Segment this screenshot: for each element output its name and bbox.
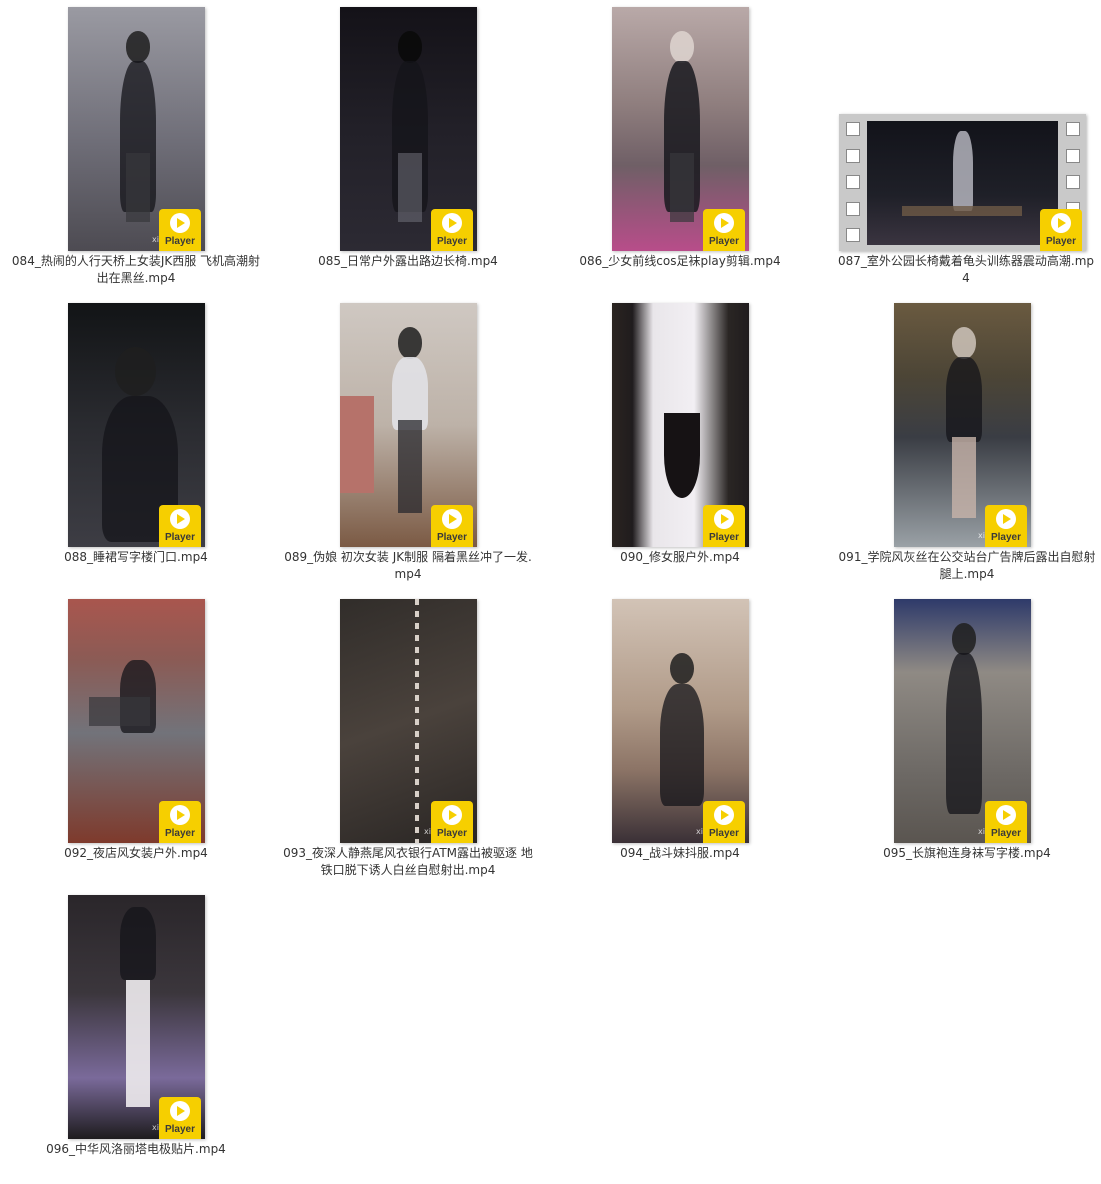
video-file-item[interactable]: Player 086_少女前线cos足袜play剪辑.mp4: [544, 0, 816, 296]
thumbnail-subject: [88, 696, 151, 726]
thumbnail-image: [867, 121, 1058, 245]
video-file-item[interactable]: Player 087_室外公园长椅戴着龟头训练器震动高潮.mp4: [816, 0, 1094, 296]
player-label: Player: [436, 828, 468, 839]
video-file-item[interactable]: Player 088_睡裙写字楼门口.mp4: [0, 296, 272, 592]
thumbnail-subject: [659, 684, 704, 807]
file-name[interactable]: 089_伪娘 初次女装 JK制服 隔着黑丝冲了一发.mp4: [280, 549, 536, 583]
video-file-item[interactable]: Player 089_伪娘 初次女装 JK制服 隔着黑丝冲了一发.mp4: [272, 296, 544, 592]
thumbnail-subject: [397, 420, 423, 513]
thumbnail-subject: [397, 327, 423, 360]
video-thumbnail[interactable]: xix Player: [894, 303, 1031, 547]
video-thumbnail[interactable]: Player: [68, 303, 205, 547]
video-thumbnail[interactable]: xix Player: [68, 7, 205, 251]
player-label: Player: [164, 1124, 196, 1135]
player-label: Player: [164, 532, 196, 543]
file-name[interactable]: 095_长旗袍连身袜写字楼.mp4: [836, 845, 1098, 862]
thumbnail-subject: [125, 31, 151, 64]
thumbnail-subject: [669, 153, 695, 222]
thumbnail-subject: [114, 346, 156, 396]
video-thumbnail[interactable]: xix Player: [340, 599, 477, 843]
video-file-item[interactable]: xix Player 091_学院风灰丝在公交站台广告牌后露出自慰射腿上.mp4: [816, 296, 1095, 592]
file-name[interactable]: 094_战斗妹抖服.mp4: [552, 845, 808, 862]
thumbnail-subject: [397, 31, 423, 64]
thumbnail-subject: [664, 412, 700, 499]
video-file-item[interactable]: xix Player 096_中华风洛丽塔电极贴片.mp4: [0, 888, 272, 1184]
file-name[interactable]: 092_夜店风女装户外.mp4: [8, 845, 264, 862]
file-name[interactable]: 085_日常户外露出路边长椅.mp4: [280, 253, 536, 270]
thumbnail-subject: [951, 623, 977, 656]
video-file-item[interactable]: Player 085_日常户外露出路边长椅.mp4: [272, 0, 544, 296]
thumbnail-subject: [392, 356, 428, 430]
player-label: Player: [990, 828, 1022, 839]
player-badge: Player: [431, 801, 473, 843]
player-badge: Player: [159, 801, 201, 843]
thumbnail-subject: [946, 652, 982, 814]
player-label: Player: [436, 236, 468, 247]
thumbnail-subject: [951, 437, 977, 518]
file-name[interactable]: 091_学院风灰丝在公交站台广告牌后露出自慰射腿上.mp4: [836, 549, 1098, 583]
video-file-item[interactable]: xix Player 093_夜深人静燕尾风衣银行ATM露出被驱逐 地铁口脱下诱…: [272, 592, 544, 888]
video-thumbnail[interactable]: Player: [612, 7, 749, 251]
film-hole: [846, 149, 860, 163]
player-label: Player: [708, 828, 740, 839]
file-name[interactable]: 087_室外公园长椅戴着龟头训练器震动高潮.mp4: [836, 253, 1096, 287]
file-name[interactable]: 096_中华风洛丽塔电极贴片.mp4: [8, 1141, 264, 1158]
video-file-item[interactable]: xix Player 094_战斗妹抖服.mp4: [544, 592, 816, 888]
player-badge: Player: [703, 209, 745, 251]
player-badge: Player: [159, 209, 201, 251]
file-name[interactable]: 093_夜深人静燕尾风衣银行ATM露出被驱逐 地铁口脱下诱人白丝自慰射出.mp4: [280, 845, 536, 879]
thumbnail-lace: [415, 599, 420, 843]
player-label: Player: [990, 532, 1022, 543]
player-badge: Player: [431, 505, 473, 547]
thumbnail-bed: [340, 395, 375, 494]
film-hole: [1066, 149, 1080, 163]
film-hole: [846, 175, 860, 189]
video-thumbnail[interactable]: Player: [340, 303, 477, 547]
player-badge: Player: [159, 505, 201, 547]
file-name[interactable]: 088_睡裙写字楼门口.mp4: [8, 549, 264, 566]
video-thumbnail[interactable]: xix Player: [612, 599, 749, 843]
video-file-item[interactable]: xix Player 095_长旗袍连身袜写字楼.mp4: [816, 592, 1088, 888]
video-thumbnail[interactable]: xix Player: [68, 895, 205, 1139]
film-hole: [846, 228, 860, 242]
video-file-item[interactable]: Player 090_修女服户外.mp4: [544, 296, 816, 592]
player-badge: Player: [159, 1097, 201, 1139]
player-badge: Player: [703, 505, 745, 547]
file-name[interactable]: 084_热闹的人行天桥上女装JK西服 飞机高潮射出在黑丝.mp4: [8, 253, 264, 287]
player-badge: Player: [985, 801, 1027, 843]
file-grid: xix Player 084_热闹的人行天桥上女装JK西服 飞机高潮射出在黑丝.…: [0, 0, 1101, 1167]
film-hole: [1066, 122, 1080, 136]
video-thumbnail[interactable]: Player: [612, 303, 749, 547]
player-label: Player: [708, 532, 740, 543]
player-label: Player: [436, 532, 468, 543]
thumbnail-subject: [125, 980, 151, 1108]
video-thumbnail[interactable]: Player: [340, 7, 477, 251]
player-badge: Player: [431, 209, 473, 251]
video-thumbnail-filmstrip[interactable]: Player: [839, 114, 1086, 251]
video-file-item[interactable]: xix Player 084_热闹的人行天桥上女装JK西服 飞机高潮射出在黑丝.…: [0, 0, 272, 296]
thumbnail-subject: [397, 153, 423, 222]
file-name[interactable]: 086_少女前线cos足袜play剪辑.mp4: [552, 253, 808, 270]
player-label: Player: [164, 828, 196, 839]
player-badge: Player: [985, 505, 1027, 547]
player-label: Player: [1045, 236, 1077, 247]
file-name[interactable]: 090_修女服户外.mp4: [552, 549, 808, 566]
thumbnail-subject: [946, 356, 982, 443]
thumbnail-subject: [951, 327, 977, 360]
video-thumbnail[interactable]: xix Player: [894, 599, 1031, 843]
player-label: Player: [164, 236, 196, 247]
player-badge: Player: [1040, 209, 1082, 251]
video-file-item[interactable]: Player 092_夜店风女装户外.mp4: [0, 592, 272, 888]
thumbnail-subject: [669, 31, 695, 64]
film-hole: [846, 202, 860, 216]
player-label: Player: [708, 236, 740, 247]
player-badge: Player: [703, 801, 745, 843]
film-hole: [846, 122, 860, 136]
film-hole: [1066, 175, 1080, 189]
thumbnail-subject: [125, 153, 151, 222]
video-thumbnail[interactable]: Player: [68, 599, 205, 843]
thumbnail-subject: [120, 907, 156, 981]
